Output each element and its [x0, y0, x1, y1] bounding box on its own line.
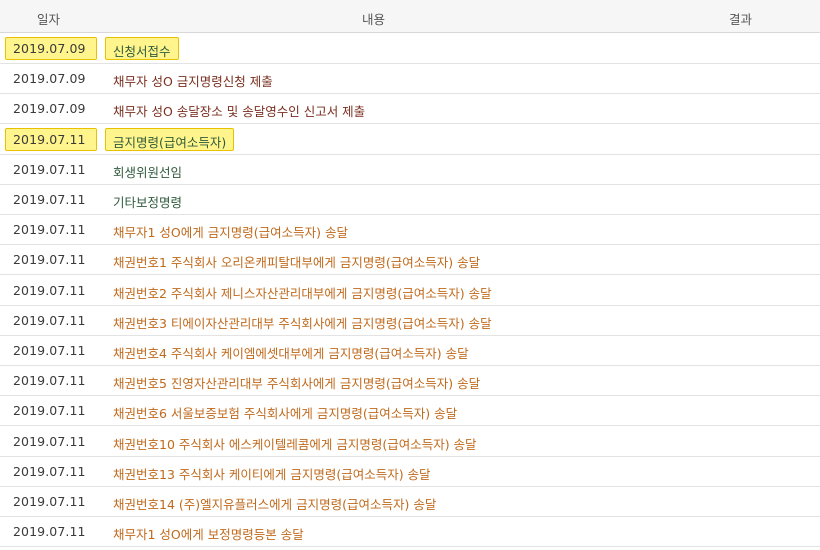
table-row: 2019.07.11 금지명령(급여소득자): [0, 124, 820, 155]
row-date: 2019.07.11: [13, 463, 86, 479]
row-content: 회생위원선임: [113, 164, 183, 180]
row-date: 2019.07.11: [13, 403, 86, 419]
row-content: 채권번호14 (주)엘지유플러스에게 금지명령(급여소득자) 송달: [113, 497, 437, 512]
row-content: 금지명령(급여소득자): [113, 134, 227, 150]
table-row: 2019.07.11 채권번호10 주식회사 에스케이텔레콤에게 금지명령(급여소…: [0, 426, 820, 457]
row-date: 2019.07.11: [13, 343, 86, 358]
table-row: 2019.07.11 채권번호4 주식회사 케이엠에셋대부에게 금지명령(급여소득…: [0, 335, 820, 366]
row-date: 2019.07.11: [13, 282, 86, 298]
row-date: 2019.07.11: [13, 161, 86, 177]
row-content: 채권번호13 주식회사 케이티에게 금지명령(급여소득자) 송달: [113, 466, 431, 482]
row-content: 채권번호3 티에이자산관리대부 주식회사에게 금지명령(급여소득자) 송달: [113, 315, 492, 331]
table-row: 2019.07.11 채권번호3 티에이자산관리대부 주식회사에게 금지명령(급여…: [0, 305, 820, 336]
row-content: 기타보정명령: [113, 195, 183, 210]
row-content: 채무자 성O 금지명령신청 제출: [113, 74, 273, 90]
table-row: 2019.07.11 회생위원선임: [0, 154, 820, 185]
table-row: 2019.07.11 채권번호2 주식회사 제니스자산관리대부에게 금지명령(급여…: [0, 275, 820, 306]
row-content: 채권번호5 진영자산관리대부 주식회사에게 금지명령(급여소득자) 송달: [113, 376, 481, 392]
row-content: 채권번호2 주식회사 제니스자산관리대부에게 금지명령(급여소득자) 송달: [113, 285, 492, 301]
table-row: 2019.07.11 채권번호14 (주)엘지유플러스에게 금지명령(급여소득자)…: [0, 486, 820, 517]
row-content: 신청서접수: [113, 44, 171, 59]
row-date: 2019.07.09: [13, 41, 86, 56]
row-content: 채권번호1 주식회사 오리온캐피탈대부에게 금지명령(급여소득자) 송달: [113, 255, 481, 271]
row-date: 2019.07.11: [13, 433, 86, 449]
row-date: 2019.07.11: [13, 222, 86, 238]
row-date: 2019.07.09: [13, 71, 86, 87]
table-row: 2019.07.09 채무자 성O 금지명령신청 제출: [0, 63, 820, 95]
row-date: 2019.07.11: [13, 494, 86, 509]
table-row: 2019.07.11 채권번호5 진영자산관리대부 주식회사에게 금지명령(급여소…: [0, 365, 820, 397]
table-row: 2019.07.09 신청서접수: [0, 33, 820, 64]
row-content: 채무자1 성O에게 금지명령(급여소득자) 송달: [113, 225, 348, 241]
header-content: 내용: [362, 12, 386, 27]
row-content: 채권번호10 주식회사 에스케이텔레콤에게 금지명령(급여소득자) 송달: [113, 436, 477, 452]
row-date: 2019.07.11: [13, 192, 86, 207]
table-row: 2019.07.09 채무자 성O 송달장소 및 송달영수인 신고서 제출: [0, 93, 820, 125]
header-date: 일자: [37, 12, 61, 27]
row-date: 2019.07.11: [13, 312, 86, 328]
row-content: 채권번호4 주식회사 케이엠에셋대부에게 금지명령(급여소득자) 송달: [113, 346, 469, 361]
table-header: 일자 내용 결과: [0, 0, 820, 33]
table-row: 2019.07.11 채무자1 성O에게 금지명령(급여소득자) 송달: [0, 214, 820, 246]
row-date: 2019.07.11: [13, 131, 86, 147]
table-row: 2019.07.11 채무자1 성O에게 보정명령등본 송달: [0, 516, 820, 548]
table-row: 2019.07.11 기타보정명령: [0, 184, 820, 215]
row-date: 2019.07.11: [13, 252, 86, 268]
row-content: 채권번호6 서울보증보험 주식회사에게 금지명령(급여소득자) 송달: [113, 406, 458, 422]
row-content: 채무자1 성O에게 보정명령등본 송달: [113, 527, 304, 543]
row-content: 채무자 성O 송달장소 및 송달영수인 신고서 제출: [113, 104, 366, 120]
header-result: 결과: [729, 12, 753, 27]
row-date: 2019.07.11: [13, 524, 86, 540]
table-row: 2019.07.11 채권번호13 주식회사 케이티에게 금지명령(급여소득자) …: [0, 456, 820, 487]
row-date: 2019.07.11: [13, 373, 86, 389]
table-row: 2019.07.11 채권번호6 서울보증보험 주식회사에게 금지명령(급여소득자…: [0, 395, 820, 427]
table-row: 2019.07.11 채권번호1 주식회사 오리온캐피탈대부에게 금지명령(급여소…: [0, 244, 820, 276]
row-date: 2019.07.09: [13, 101, 86, 117]
